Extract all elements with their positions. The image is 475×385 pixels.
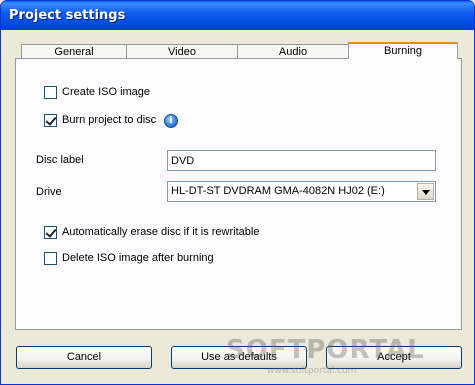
create-iso-checkbox[interactable] — [44, 86, 57, 99]
create-iso-label: Create ISO image — [62, 86, 151, 98]
drive-label: Drive — [36, 186, 62, 198]
disc-label-input[interactable] — [167, 150, 436, 171]
window-title: Project settings — [9, 8, 126, 23]
auto-erase-checkbox[interactable] — [44, 226, 57, 239]
delete-iso-label: Delete ISO image after burning — [62, 252, 214, 264]
drive-select[interactable]: HL-DT-ST DVDRAM GMA-4082N HJ02 (E:) — [167, 181, 436, 202]
disc-label-label: Disc label — [36, 154, 84, 166]
tab-burning[interactable]: Burning — [348, 42, 458, 59]
tab-video[interactable]: Video — [127, 44, 238, 59]
info-icon[interactable]: i — [164, 114, 178, 128]
auto-erase-label: Automatically erase disc if it is rewrit… — [62, 226, 260, 238]
project-settings-window: Project settings General Video Audio Bur… — [0, 0, 475, 385]
burn-project-checkbox[interactable] — [44, 114, 57, 127]
delete-iso-checkbox[interactable] — [44, 252, 57, 265]
chevron-down-icon[interactable] — [417, 183, 434, 200]
watermark-url: www.softportal.com — [267, 366, 357, 376]
cancel-button[interactable]: Cancel — [16, 346, 152, 369]
title-bar[interactable]: Project settings — [1, 1, 474, 30]
tab-general[interactable]: General — [21, 44, 127, 59]
tab-audio[interactable]: Audio — [238, 44, 349, 59]
drive-select-value: HL-DT-ST DVDRAM GMA-4082N HJ02 (E:) — [171, 185, 385, 197]
burn-project-label: Burn project to disc — [62, 114, 157, 126]
watermark-brand: SOFTPORTAL — [226, 335, 425, 365]
